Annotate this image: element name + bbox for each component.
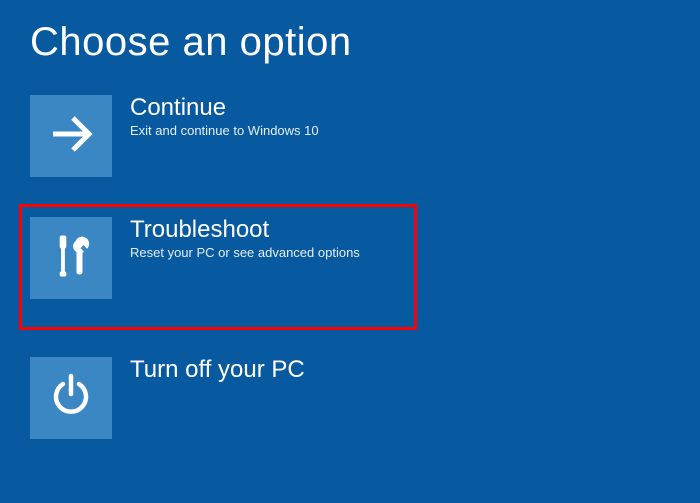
option-troubleshoot-subtitle: Reset your PC or see advanced options [130,245,360,262]
option-continue-title: Continue [130,95,319,121]
option-continue-text: Continue Exit and continue to Windows 10 [130,95,319,140]
option-continue[interactable]: Continue Exit and continue to Windows 10 [30,95,406,177]
option-continue-subtitle: Exit and continue to Windows 10 [130,123,319,140]
option-troubleshoot-title: Troubleshoot [130,217,360,243]
options-list: Continue Exit and continue to Windows 10 [30,95,670,439]
option-troubleshoot[interactable]: Troubleshoot Reset your PC or see advanc… [22,207,414,327]
turn-off-tile [30,357,112,439]
option-turn-off-title: Turn off your PC [130,357,305,383]
continue-tile [30,95,112,177]
troubleshoot-tile [30,217,112,299]
option-turn-off-text: Turn off your PC [130,357,305,385]
power-icon [47,372,95,425]
page-title: Choose an option [30,20,670,65]
option-troubleshoot-text: Troubleshoot Reset your PC or see advanc… [130,217,360,262]
recovery-choose-option-screen: Choose an option Continue Exit and conti… [0,0,700,503]
option-turn-off[interactable]: Turn off your PC [30,357,406,439]
tools-icon [47,232,95,285]
arrow-right-icon [47,110,95,163]
